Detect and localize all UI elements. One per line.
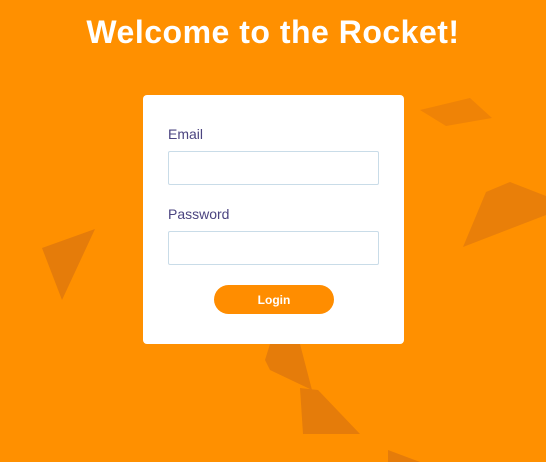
password-field[interactable]	[168, 231, 379, 265]
login-button[interactable]: Login	[214, 285, 334, 314]
page-title: Welcome to the Rocket!	[86, 14, 460, 50]
email-label: Email	[168, 126, 204, 142]
password-label: Password	[168, 206, 230, 222]
bg-shape-right	[463, 182, 546, 247]
bg-shape-bottom-center	[265, 344, 312, 390]
bg-shape-bottom-tail	[300, 388, 360, 434]
bg-triangle-left	[42, 229, 95, 300]
login-card: Email Password Login	[143, 95, 404, 344]
bg-shape-right-faint	[420, 98, 492, 126]
bg-shape-bottom-right	[388, 450, 420, 462]
email-field[interactable]	[168, 151, 379, 185]
